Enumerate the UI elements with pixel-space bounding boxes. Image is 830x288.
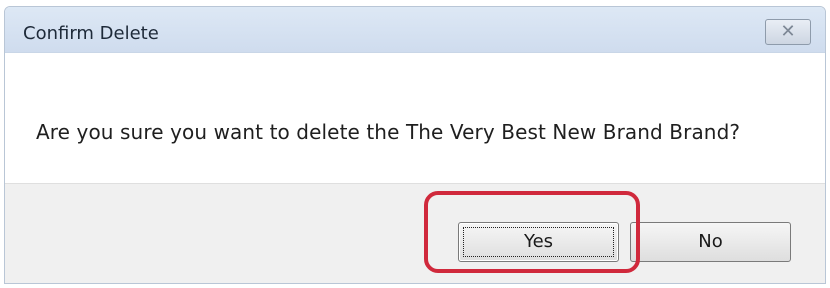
yes-button[interactable]: Yes: [458, 222, 619, 262]
close-icon: ✕: [780, 21, 796, 42]
title-bar: Confirm Delete ✕: [5, 7, 825, 53]
confirm-delete-dialog: Confirm Delete ✕ Are you sure you want t…: [4, 6, 826, 284]
dialog-title: Confirm Delete: [23, 23, 159, 44]
dialog-body: Are you sure you want to delete the The …: [5, 53, 825, 183]
yes-button-label: Yes: [523, 231, 554, 252]
no-button[interactable]: No: [630, 222, 791, 262]
no-button-label: No: [698, 231, 723, 252]
confirmation-message: Are you sure you want to delete the The …: [36, 120, 741, 144]
button-bar: Yes No: [5, 183, 825, 283]
close-button[interactable]: ✕: [765, 19, 811, 45]
